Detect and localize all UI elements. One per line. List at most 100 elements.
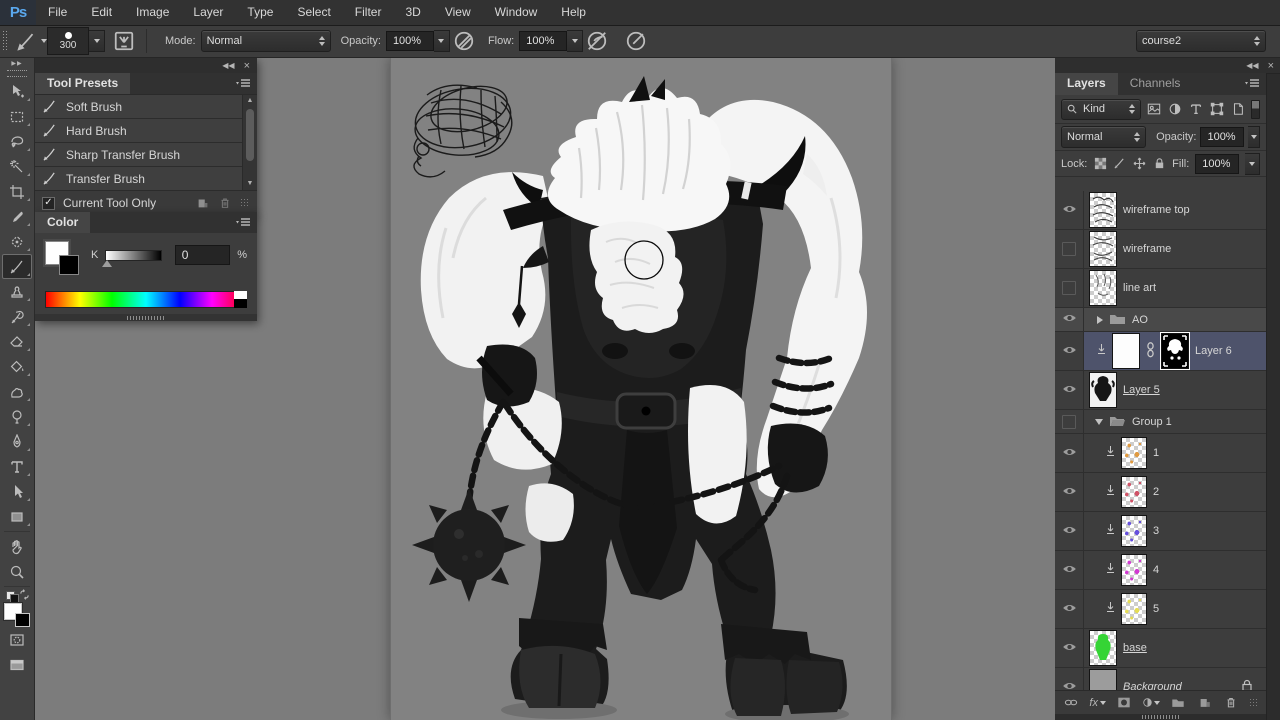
- path-selection-tool[interactable]: [2, 479, 32, 504]
- group-row-ao[interactable]: AO: [1055, 308, 1266, 332]
- layer-row[interactable]: 2: [1055, 473, 1266, 512]
- close-panel-icon[interactable]: ×: [244, 60, 250, 72]
- layer-thumbnail[interactable]: [1112, 333, 1140, 369]
- layer-thumbnail[interactable]: [1121, 476, 1147, 508]
- layer-thumbnail[interactable]: [1121, 437, 1147, 469]
- pixel-filter-icon[interactable]: [1146, 101, 1162, 118]
- delete-preset-icon[interactable]: [218, 196, 232, 210]
- layer-name[interactable]: 4: [1153, 564, 1159, 576]
- menu-help[interactable]: Help: [549, 0, 598, 25]
- layer-row[interactable]: Layer 5: [1055, 371, 1266, 410]
- layer-row[interactable]: base: [1055, 629, 1266, 668]
- layer-name[interactable]: Layer 6: [1195, 345, 1232, 357]
- layer-mask-thumbnail[interactable]: [1161, 333, 1189, 369]
- visibility-toggle[interactable]: [1055, 473, 1084, 511]
- default-and-swap-colors[interactable]: [4, 589, 30, 603]
- magic-wand-tool[interactable]: [2, 154, 32, 179]
- toolbar-grip[interactable]: [7, 70, 27, 77]
- add-mask-icon[interactable]: [1115, 695, 1133, 711]
- layer-thumbnail[interactable]: [1121, 554, 1147, 586]
- swap-colors-icon[interactable]: [19, 589, 30, 600]
- layer-thumbnail[interactable]: [1089, 270, 1117, 306]
- clone-stamp-tool[interactable]: [2, 279, 32, 304]
- smudge-tool[interactable]: [2, 379, 32, 404]
- link-layers-icon[interactable]: [1062, 695, 1080, 711]
- hand-tool[interactable]: [2, 534, 32, 559]
- visibility-toggle[interactable]: [1055, 230, 1084, 268]
- panel-resize-grip[interactable]: [35, 314, 257, 321]
- layer-row[interactable]: 4: [1055, 551, 1266, 590]
- eyedropper-tool[interactable]: [2, 204, 32, 229]
- airbrush-icon[interactable]: [625, 30, 647, 52]
- menu-3d[interactable]: 3D: [393, 0, 432, 25]
- menu-edit[interactable]: Edit: [79, 0, 124, 25]
- smart-object-filter-icon[interactable]: [1230, 101, 1246, 118]
- canvas-document[interactable]: [390, 58, 892, 720]
- blend-mode-select[interactable]: Normal: [200, 30, 331, 52]
- zoom-tool[interactable]: [2, 559, 32, 584]
- layer-name[interactable]: 2: [1153, 486, 1159, 498]
- brush-tool-icon[interactable]: [16, 30, 38, 52]
- group-name[interactable]: Group 1: [1132, 416, 1172, 428]
- group-name[interactable]: AO: [1132, 314, 1148, 326]
- visibility-toggle[interactable]: [1055, 512, 1084, 550]
- layer-row[interactable]: 1: [1055, 434, 1266, 473]
- shape-filter-icon[interactable]: [1209, 101, 1225, 118]
- preset-transfer-brush[interactable]: Transfer Brush: [35, 167, 257, 190]
- panel-menu-icon[interactable]: [235, 217, 251, 232]
- menu-window[interactable]: Window: [483, 0, 550, 25]
- background-color-swatch[interactable]: [15, 613, 30, 627]
- adjustment-filter-icon[interactable]: [1167, 101, 1183, 118]
- screen-mode-button[interactable]: [2, 652, 32, 677]
- visibility-toggle[interactable]: [1055, 269, 1084, 307]
- layer-thumbnail[interactable]: [1089, 630, 1117, 666]
- menu-filter[interactable]: Filter: [343, 0, 394, 25]
- lock-position-icon[interactable]: [1133, 156, 1147, 171]
- foreground-background-swatches[interactable]: [4, 603, 30, 627]
- move-tool[interactable]: [2, 79, 32, 104]
- layer-name[interactable]: 5: [1153, 603, 1159, 615]
- layer-name[interactable]: Layer 5: [1123, 384, 1160, 396]
- collapse-triangle[interactable]: [1095, 418, 1103, 425]
- opacity-value[interactable]: 100%: [385, 31, 434, 51]
- presets-scrollbar[interactable]: ▲ ▼: [242, 95, 257, 190]
- workspace-select[interactable]: course2: [1136, 30, 1266, 52]
- layer-row[interactable]: 3: [1055, 512, 1266, 551]
- history-brush-tool[interactable]: [2, 304, 32, 329]
- filter-toggle[interactable]: [1250, 99, 1260, 119]
- rectangle-tool[interactable]: [2, 504, 32, 529]
- layer-thumbnail[interactable]: [1089, 372, 1117, 408]
- flow-arrow[interactable]: [567, 30, 584, 52]
- layer-row-selected[interactable]: Layer 6: [1055, 332, 1266, 371]
- group-row-group1[interactable]: Group 1: [1055, 410, 1266, 434]
- delete-layer-icon[interactable]: [1222, 695, 1240, 711]
- visibility-toggle[interactable]: [1055, 371, 1084, 409]
- options-bar-grip[interactable]: [2, 30, 9, 52]
- menu-type[interactable]: Type: [235, 0, 285, 25]
- brush-preset-picker[interactable]: 300: [47, 27, 89, 55]
- layer-name[interactable]: base: [1123, 642, 1147, 654]
- flow-value[interactable]: 100%: [519, 31, 568, 51]
- toolbar-collapse[interactable]: ▶▶: [11, 58, 22, 70]
- scroll-up-arrow[interactable]: ▲: [247, 95, 254, 107]
- type-filter-icon[interactable]: [1188, 101, 1204, 118]
- visibility-toggle[interactable]: [1055, 551, 1084, 589]
- visibility-toggle[interactable]: [1055, 590, 1084, 628]
- current-tool-only-checkbox[interactable]: ✓: [42, 196, 55, 210]
- layer-thumbnail[interactable]: [1089, 231, 1117, 267]
- white-black-quick-swatches[interactable]: [234, 291, 247, 308]
- preset-hard-brush[interactable]: Hard Brush: [35, 119, 257, 143]
- layer-thumbnail[interactable]: [1089, 192, 1117, 228]
- layer-name[interactable]: wireframe: [1123, 243, 1171, 255]
- dock-header[interactable]: ◀◀ ×: [1055, 58, 1280, 74]
- toggle-brush-panel-icon[interactable]: [113, 30, 135, 52]
- layer-row-background[interactable]: Background: [1055, 668, 1266, 691]
- lock-transparency-icon[interactable]: [1093, 156, 1107, 171]
- layer-name[interactable]: line art: [1123, 282, 1156, 294]
- visibility-toggle[interactable]: [1055, 191, 1084, 229]
- lock-paint-icon[interactable]: [1113, 156, 1127, 171]
- expand-triangle[interactable]: [1097, 315, 1103, 324]
- visibility-toggle[interactable]: [1055, 629, 1084, 667]
- layer-opacity-arrow[interactable]: [1248, 126, 1260, 148]
- background-color-swatch[interactable]: [59, 255, 79, 275]
